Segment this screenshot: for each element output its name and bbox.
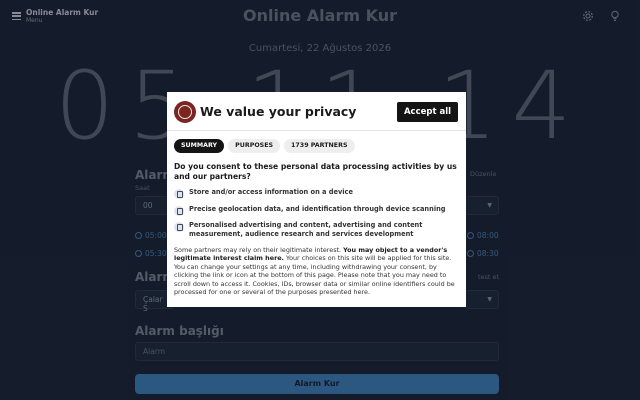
purpose-item: Precise geolocation data, and identifica… [174,205,459,216]
user-icon [174,222,184,232]
notice-text: Some partners may rely on their legitima… [174,246,344,254]
geolocation-icon [174,206,184,216]
device-storage-icon [174,189,184,199]
tab-purposes[interactable]: PURPOSES [228,139,281,153]
purpose-text: Store and/or access information on a dev… [189,188,353,196]
purpose-item: Store and/or access information on a dev… [174,188,459,199]
purpose-text: Precise geolocation data, and identifica… [189,205,446,213]
consent-question: Do you consent to these personal data pr… [174,162,457,181]
purpose-text: Personalised advertising and content, ad… [189,221,423,238]
dialog-title: We value your privacy [200,104,357,119]
privacy-consent-dialog: We value your privacy Accept all SUMMARY… [167,92,466,307]
tab-summary[interactable]: SUMMARY [174,139,225,153]
site-logo [174,101,196,123]
purpose-item: Personalised advertising and content, ad… [174,221,459,239]
consent-notice: Some partners may rely on their legitima… [174,246,461,296]
dialog-header: We value your privacy Accept all [167,92,466,131]
accept-all-button[interactable]: Accept all [397,102,458,122]
tab-partners[interactable]: 1739 PARTNERS [284,139,355,153]
consent-tabs: SUMMARY PURPOSES 1739 PARTNERS [174,139,355,153]
